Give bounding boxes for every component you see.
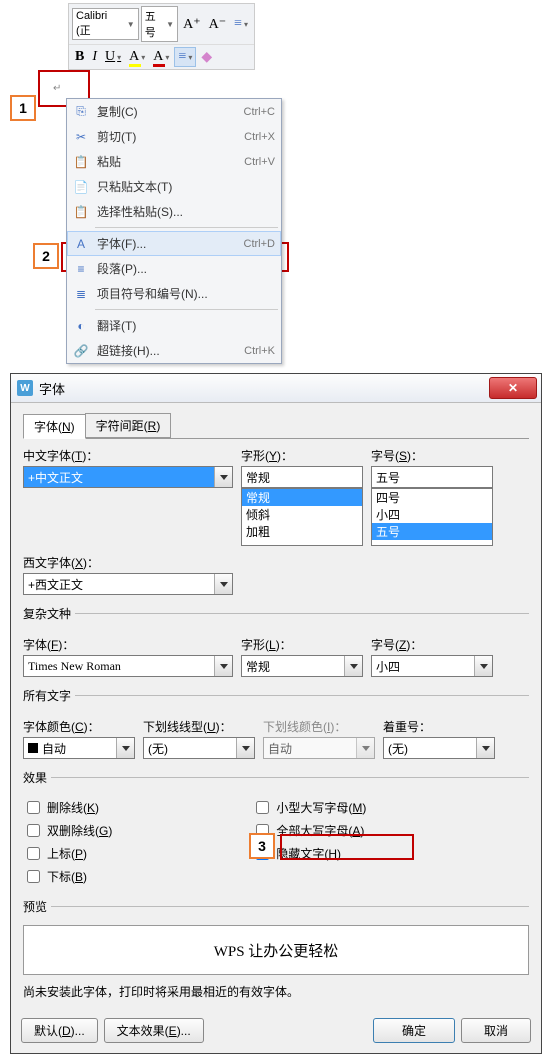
size-listbox[interactable]: 四号 小四 五号: [371, 488, 493, 546]
underline-button[interactable]: U▾: [102, 48, 124, 66]
font-name-combo[interactable]: Calibri (正▼: [72, 8, 139, 40]
highlight-button[interactable]: A▾: [126, 48, 148, 66]
highlight-box-3: [280, 834, 414, 860]
complex-size-label: 字号(Z)：: [371, 636, 493, 653]
paste-icon: 📋: [71, 155, 91, 169]
all-text-group: 所有文字 字体颜色(C)： 自动 下划线线型(U)： (无) 下划线颜色(I)：…: [23, 687, 529, 759]
ctx-paste[interactable]: 📋粘贴Ctrl+V: [67, 149, 281, 174]
default-button[interactable]: 默认(D)...: [21, 1018, 98, 1043]
complex-size-dropdown[interactable]: 小四: [371, 655, 493, 677]
complex-script-group: 复杂文种 字体(F)： Times New Roman 字形(L)： 常规 字号…: [23, 605, 529, 677]
callout-3: 3: [249, 833, 275, 859]
strike-checkbox[interactable]: [27, 801, 40, 814]
tab-spacing[interactable]: 字符间距(R): [85, 413, 172, 438]
close-button[interactable]: ✕: [489, 377, 537, 399]
chinese-font-dropdown[interactable]: +中文正文: [23, 466, 233, 488]
paste-text-icon: 📄: [71, 180, 91, 194]
ctx-cut[interactable]: ✂剪切(T)Ctrl+X: [67, 124, 281, 149]
ctx-paragraph[interactable]: ≡段落(P)...: [67, 256, 281, 281]
subscript-checkbox[interactable]: [27, 870, 40, 883]
font-color-label: 字体颜色(C)：: [23, 718, 135, 735]
size-label: 字号(S)：: [371, 447, 493, 464]
font-color-button[interactable]: A▾: [150, 48, 172, 66]
font-color-dropdown[interactable]: 自动: [23, 737, 135, 759]
complex-font-dropdown[interactable]: Times New Roman: [23, 655, 233, 677]
grow-font-button[interactable]: A⁺: [180, 15, 204, 34]
underline-style-label: 下划线线型(U)：: [143, 718, 255, 735]
western-font-dropdown[interactable]: +西文正文: [23, 573, 233, 595]
size-input[interactable]: 五号: [371, 466, 493, 488]
italic-button[interactable]: I: [89, 48, 100, 66]
font-size-combo[interactable]: 五号▼: [141, 6, 178, 42]
bold-button[interactable]: B: [72, 48, 87, 66]
callout-2: 2: [33, 243, 59, 269]
complex-style-dropdown[interactable]: 常规: [241, 655, 363, 677]
tab-font[interactable]: 字体(N): [23, 414, 86, 439]
dialog-title: 字体: [39, 379, 489, 398]
text-effects-button[interactable]: 文本效果(E)...: [104, 1018, 204, 1043]
underline-color-label: 下划线颜色(I)：: [263, 718, 375, 735]
ctx-paste-special[interactable]: 📋选择性粘贴(S)...: [67, 199, 281, 224]
cancel-button[interactable]: 取消: [461, 1018, 531, 1043]
cut-icon: ✂: [71, 130, 91, 144]
superscript-checkbox[interactable]: [27, 847, 40, 860]
ctx-copy[interactable]: ⎘复制(C)Ctrl+C: [67, 99, 281, 124]
effects-group: 效果 删除线(K) 双删除线(G) 上标(P) 下标(B) 小型大写字母(M) …: [23, 769, 529, 888]
emphasis-dropdown[interactable]: (无): [383, 737, 495, 759]
ctx-hyperlink[interactable]: 🔗超链接(H)...Ctrl+K: [67, 338, 281, 363]
underline-color-dropdown: 自动: [263, 737, 375, 759]
preview-box: WPS 让办公更轻松: [23, 925, 529, 975]
app-icon: W: [17, 380, 33, 396]
translate-icon: ◐: [71, 319, 91, 333]
font-dialog: W 字体 ✕ 字体(N) 字符间距(R) 中文字体(T)： +中文正文 字形(Y…: [10, 373, 542, 1054]
font-icon: A: [71, 237, 91, 251]
shrink-font-button[interactable]: A⁻: [206, 15, 230, 34]
button-row: 默认(D)... 文本效果(E)... 确定 取消: [11, 1012, 541, 1053]
ctx-font[interactable]: A字体(F)...Ctrl+D: [67, 231, 281, 256]
underline-style-dropdown[interactable]: (无): [143, 737, 255, 759]
western-font-label: 西文字体(X)：: [23, 554, 233, 571]
context-menu: ⎘复制(C)Ctrl+C ✂剪切(T)Ctrl+X 📋粘贴Ctrl+V 📄只粘贴…: [66, 98, 282, 364]
preview-group: 预览 WPS 让办公更轻松 尚未安装此字体，打印时将采用最相近的有效字体。: [23, 898, 529, 1004]
line-spacing-button[interactable]: ≡▾: [231, 15, 251, 33]
ctx-paste-text[interactable]: 📄只粘贴文本(T): [67, 174, 281, 199]
callout-1: 1: [10, 95, 36, 121]
style-label: 字形(Y)：: [241, 447, 363, 464]
preview-note: 尚未安装此字体，打印时将采用最相近的有效字体。: [23, 983, 529, 1000]
paragraph-icon: ≡: [71, 262, 91, 276]
chinese-font-label: 中文字体(T)：: [23, 447, 233, 464]
formatting-toolbar: Calibri (正▼ 五号▼ A⁺ A⁻ ≡▾ B I U▾ A▾ A▾ ≡▾…: [68, 3, 255, 70]
ctx-translate[interactable]: ◐翻译(T): [67, 313, 281, 338]
complex-font-label: 字体(F)：: [23, 636, 233, 653]
complex-style-label: 字形(L)：: [241, 636, 363, 653]
copy-icon: ⎘: [71, 104, 91, 119]
emphasis-label: 着重号：: [383, 718, 495, 735]
bullets-icon: ≣: [71, 287, 91, 301]
ctx-bullets[interactable]: ≣项目符号和编号(N)...: [67, 281, 281, 306]
link-icon: 🔗: [71, 344, 91, 358]
align-button[interactable]: ≡▾: [174, 47, 196, 67]
ok-button[interactable]: 确定: [373, 1018, 455, 1043]
style-input[interactable]: 常规: [241, 466, 363, 488]
titlebar: W 字体 ✕: [11, 374, 541, 403]
style-listbox[interactable]: 常规 倾斜 加粗: [241, 488, 363, 546]
smallcaps-checkbox[interactable]: [256, 801, 269, 814]
double-strike-checkbox[interactable]: [27, 824, 40, 837]
paste-special-icon: 📋: [71, 205, 91, 219]
eraser-button[interactable]: ◆: [198, 48, 215, 67]
paragraph-marker: ↵: [53, 83, 61, 94]
